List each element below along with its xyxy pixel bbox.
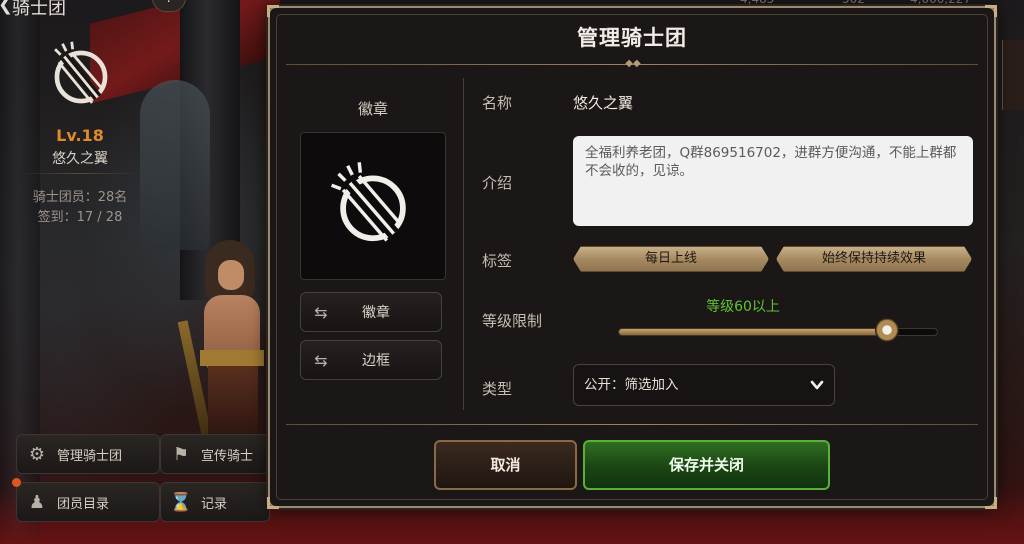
manage-guild-button[interactable]: ⚙ 管理骑士团 [16,434,160,474]
save-and-close-button[interactable]: 保存并关闭 [583,440,830,490]
swap-arrows-icon: ⇆ [314,350,328,370]
hero-character [177,240,280,440]
frame-corner [985,5,997,17]
change-frame-button[interactable]: ⇆ 边框 [300,340,442,380]
records-button[interactable]: ⌛ 记录 [160,482,270,522]
intro-textarea[interactable]: 全福利养老团，Q群869516702，进群方便沟通，不能上群都不会收的，见谅。 [573,136,973,226]
signin-count: 签到：17 / 28 [37,210,123,225]
tag-keep-effects[interactable]: 始终保持持续效果 [776,246,972,272]
intro-label: 介绍 [482,174,513,192]
column-divider [463,78,464,410]
type-label: 类型 [482,380,513,398]
badge-preview [300,132,446,280]
promote-guild-button[interactable]: ⚑ 宣传骑士 [160,434,270,474]
level-limit-value: 等级60以上 [706,299,780,315]
tag-daily-online[interactable]: 每日上线 [573,246,769,272]
gear-icon: ⚙ [28,443,46,465]
manage-guild-dialog: 管理骑士团 ◆◆ 徽章 ⇆ 徽章 ⇆ 边框 名称 悠久之翼 介绍 全福利养老团，… [267,5,997,509]
change-badge-label: 徽章 [362,305,390,321]
frame-corner [985,497,997,509]
guild-level: Lv.18 [56,126,104,145]
badge-heading: 徽章 [357,100,388,118]
chevron-down-icon [810,380,824,390]
dialog-title: 管理骑士团 [577,26,687,50]
records-label: 记录 [201,496,228,512]
join-type-value: 公开：筛选加入 [584,377,679,393]
frame-corner [267,5,279,17]
member-list-label: 团员目录 [57,496,110,512]
ornament-icon: ◆◆ [625,58,641,69]
side-tab[interactable] [1002,40,1024,110]
level-slider-handle[interactable] [874,318,899,342]
member-list-button[interactable]: ♟ 团员目录 [16,482,160,522]
manage-guild-label: 管理骑士团 [57,448,123,464]
member-count: 骑士团员：28名 [32,190,128,205]
notification-dot [12,478,21,487]
footer-divider [286,424,978,425]
promote-guild-label: 宣传骑士 [201,448,254,464]
guild-name: 悠久之翼 [52,151,108,167]
cancel-button[interactable]: 取消 [434,440,577,490]
guild-name-value: 悠久之翼 [573,94,634,112]
swap-arrows-icon: ⇆ [314,302,328,322]
guild-emblem-icon [54,41,108,104]
change-badge-button[interactable]: ⇆ 徽章 [300,292,442,332]
level-slider-fill [619,329,887,335]
change-frame-label: 边框 [362,353,390,369]
level-limit-label: 等级限制 [482,312,543,330]
divider [20,173,140,174]
flag-icon: ⚑ [172,443,190,465]
name-label: 名称 [482,94,513,112]
tags-label: 标签 [482,252,513,270]
frame-corner [267,497,279,509]
hourglass-icon: ⌛ [169,491,193,513]
person-icon: ♟ [28,491,46,513]
guild-badge-icon [330,162,406,242]
join-type-select[interactable]: 公开：筛选加入 [573,364,835,406]
